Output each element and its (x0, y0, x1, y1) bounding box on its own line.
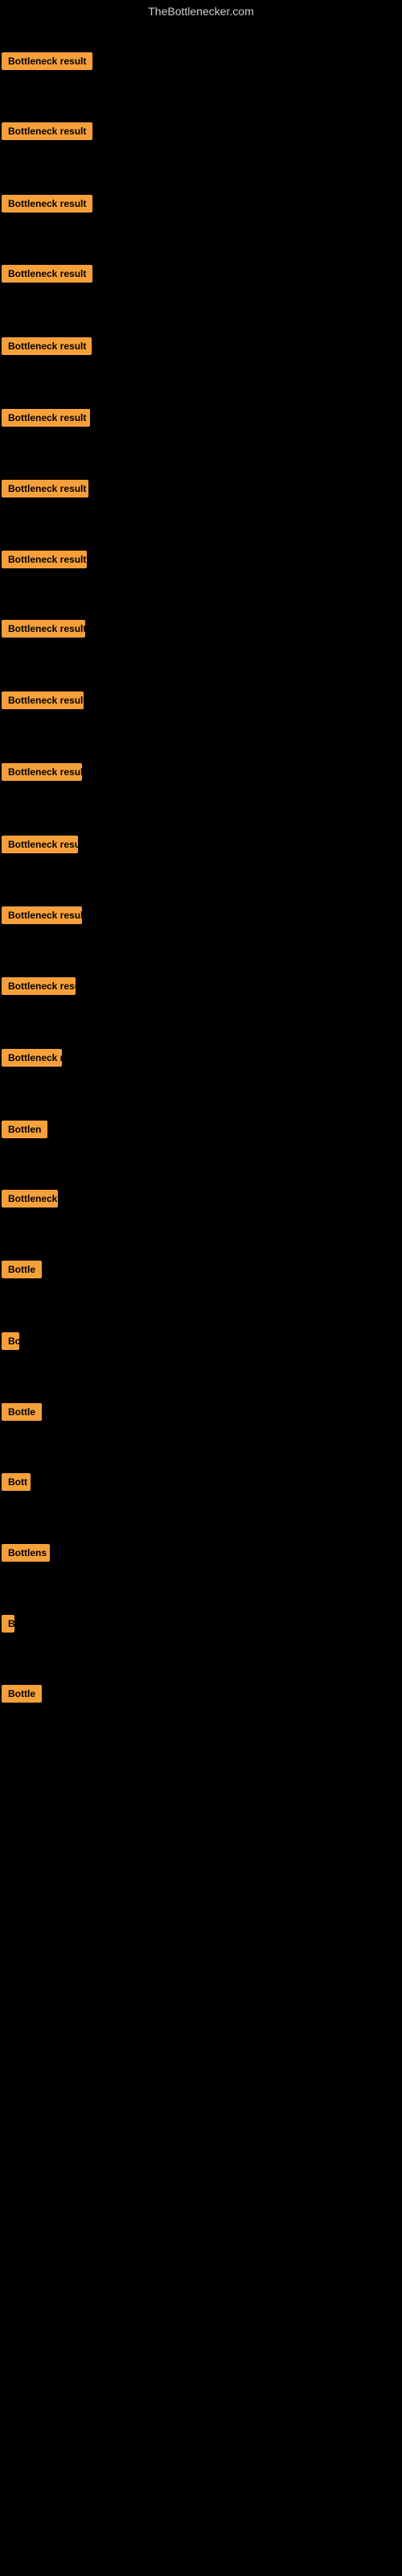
bottleneck-result-7: Bottleneck result (2, 480, 88, 502)
bottleneck-badge-23: B (2, 1615, 14, 1633)
bottleneck-result-2: Bottleneck result (2, 122, 92, 144)
bottleneck-result-18: Bottle (2, 1261, 42, 1282)
bottleneck-badge-14: Bottleneck resu (2, 977, 76, 995)
bottleneck-result-15: Bottleneck r (2, 1049, 62, 1071)
bottleneck-result-20: Bottle (2, 1403, 42, 1425)
bottleneck-result-10: Bottleneck result (2, 691, 84, 713)
bottleneck-result-11: Bottleneck result (2, 763, 82, 785)
bottleneck-badge-10: Bottleneck result (2, 691, 84, 709)
bottleneck-badge-13: Bottleneck result (2, 906, 82, 924)
bottleneck-result-5: Bottleneck result (2, 337, 92, 359)
bottleneck-badge-7: Bottleneck result (2, 480, 88, 497)
bottleneck-result-9: Bottleneck result (2, 620, 85, 642)
bottleneck-badge-9: Bottleneck result (2, 620, 85, 638)
bottleneck-badge-1: Bottleneck result (2, 52, 92, 70)
bottleneck-badge-8: Bottleneck result (2, 551, 87, 568)
bottleneck-badge-12: Bottleneck resu (2, 836, 78, 853)
bottleneck-result-14: Bottleneck resu (2, 977, 76, 999)
bottleneck-badge-3: Bottleneck result (2, 195, 92, 213)
bottleneck-result-8: Bottleneck result (2, 551, 87, 572)
bottleneck-badge-11: Bottleneck result (2, 763, 82, 781)
bottleneck-badge-6: Bottleneck result (2, 409, 90, 427)
bottleneck-badge-4: Bottleneck result (2, 265, 92, 283)
bottleneck-result-12: Bottleneck resu (2, 836, 78, 857)
bottleneck-badge-21: Bott (2, 1473, 31, 1491)
bottleneck-result-21: Bott (2, 1473, 31, 1495)
bottleneck-result-22: Bottlens (2, 1544, 50, 1566)
bottleneck-badge-5: Bottleneck result (2, 337, 92, 355)
site-title: TheBottlenecker.com (0, 0, 402, 23)
bottleneck-result-3: Bottleneck result (2, 195, 92, 217)
bottleneck-badge-16: Bottlen (2, 1121, 47, 1138)
bottleneck-result-23: B (2, 1615, 14, 1637)
bottleneck-badge-22: Bottlens (2, 1544, 50, 1562)
bottleneck-badge-2: Bottleneck result (2, 122, 92, 140)
bottleneck-result-16: Bottlen (2, 1121, 47, 1142)
results-container: Bottleneck result Bottleneck result Bottle… (0, 23, 402, 2558)
bottleneck-result-1: Bottleneck result (2, 52, 92, 74)
bottleneck-result-17: Bottleneck (2, 1190, 58, 1212)
bottleneck-result-4: Bottleneck result (2, 265, 92, 287)
bottleneck-badge-19: Bo (2, 1332, 19, 1350)
bottleneck-result-6: Bottleneck result (2, 409, 90, 431)
bottleneck-result-19: Bo (2, 1332, 19, 1354)
bottleneck-badge-20: Bottle (2, 1403, 42, 1421)
site-header: TheBottlenecker.com (0, 0, 402, 23)
bottleneck-badge-17: Bottleneck (2, 1190, 58, 1208)
bottleneck-badge-24: Bottle (2, 1685, 42, 1703)
bottleneck-result-24: Bottle (2, 1685, 42, 1707)
bottleneck-result-13: Bottleneck result (2, 906, 82, 928)
bottleneck-badge-15: Bottleneck r (2, 1049, 62, 1067)
bottleneck-badge-18: Bottle (2, 1261, 42, 1278)
